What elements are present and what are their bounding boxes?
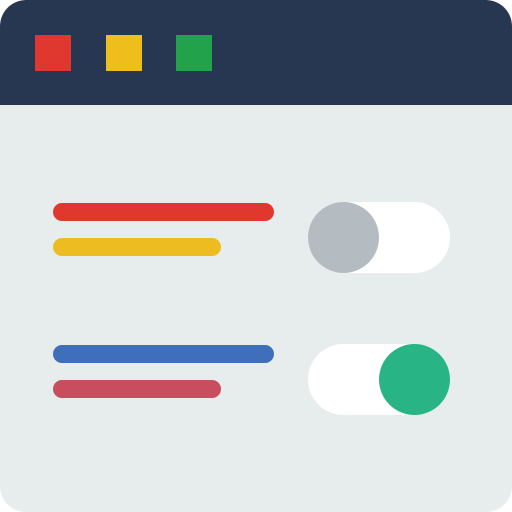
browser-window — [0, 0, 512, 512]
settings-row-2 — [0, 342, 512, 422]
settings-row-1 — [0, 200, 512, 280]
setting-2-toggle[interactable] — [308, 344, 450, 415]
setting-1-primary-line — [53, 203, 274, 221]
toggle-knob-icon — [308, 202, 379, 273]
red-window-button[interactable] — [35, 35, 71, 71]
window-title-bar — [0, 0, 512, 105]
setting-2-primary-line — [53, 345, 274, 363]
setting-1-toggle[interactable] — [308, 202, 450, 273]
setting-1-secondary-line — [53, 238, 221, 256]
yellow-window-button[interactable] — [106, 35, 142, 71]
setting-2-secondary-line — [53, 380, 221, 398]
toggle-knob-icon — [379, 344, 450, 415]
green-window-button[interactable] — [176, 35, 212, 71]
